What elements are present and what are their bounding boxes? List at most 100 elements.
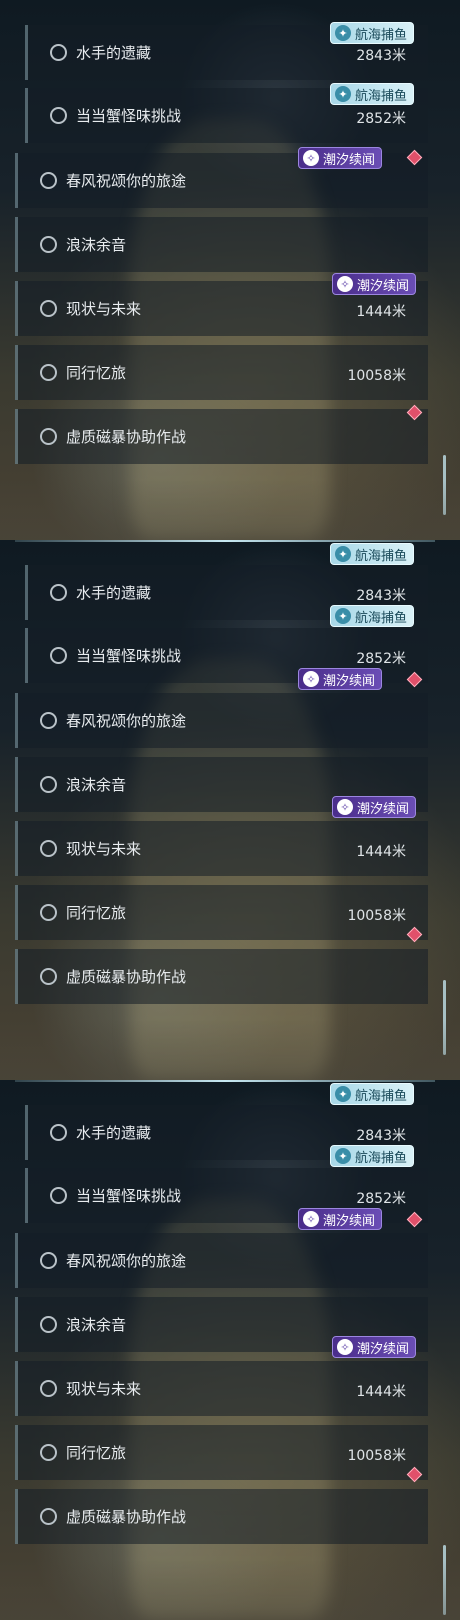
circle-icon <box>40 236 57 253</box>
quest-name: 同行忆旅 <box>66 364 127 382</box>
tag-label: 航海捕鱼 <box>355 610 408 626</box>
circle-icon <box>40 300 57 317</box>
quest-list-panel: 水手的遗藏 2843米 ✦ 航海捕鱼 当当蟹怪味挑战 2852米 ✦ 航海捕鱼 … <box>0 1080 460 1620</box>
quest-list-panel: 水手的遗藏 2843米 ✦ 航海捕鱼 当当蟹怪味挑战 2852米 ✦ 航海捕鱼 … <box>0 540 460 1080</box>
tag-label: 潮汐续闻 <box>323 673 376 689</box>
circle-icon <box>50 647 67 664</box>
bottom-fade <box>0 480 460 540</box>
quest-name: 现状与未来 <box>66 300 142 318</box>
circle-icon <box>50 107 67 124</box>
tag-label: 航海捕鱼 <box>355 1150 408 1166</box>
circle-icon <box>40 172 57 189</box>
tide-icon: ✧ <box>303 150 319 166</box>
circle-icon <box>50 44 67 61</box>
quest-name: 水手的遗藏 <box>76 1124 152 1142</box>
tag-label: 航海捕鱼 <box>355 88 408 104</box>
sea-fishing-tag: ✦ 航海捕鱼 <box>330 22 415 44</box>
circle-icon <box>40 776 57 793</box>
quest-name: 当当蟹怪味挑战 <box>76 107 182 125</box>
circle-icon <box>40 968 57 985</box>
tide-tale-tag: ✧ 潮汐续闻 <box>332 796 417 818</box>
quest-item-foam-echo[interactable]: 浪沫余音 <box>15 217 428 272</box>
quest-distance: 2843米 <box>356 588 406 604</box>
quest-name: 浪沫余音 <box>66 1316 127 1334</box>
sea-fishing-tag: ✦ 航海捕鱼 <box>330 543 415 565</box>
circle-icon <box>40 712 57 729</box>
tag-label: 潮汐续闻 <box>323 152 376 168</box>
panel-top-border <box>15 1080 435 1082</box>
circle-icon <box>40 1252 57 1269</box>
circle-icon <box>50 1187 67 1204</box>
quest-item-magnetic-storm[interactable]: 虚质磁暴协助作战 <box>15 409 428 464</box>
quest-name: 同行忆旅 <box>66 904 127 922</box>
tag-label: 航海捕鱼 <box>355 27 408 43</box>
tide-icon: ✧ <box>337 276 353 292</box>
quest-name: 虚质磁暴协助作战 <box>66 428 187 446</box>
quest-name: 春风祝颂你的旅途 <box>66 712 187 730</box>
quest-name: 虚质磁暴协助作战 <box>66 968 187 986</box>
quest-item-journey-memory[interactable]: 同行忆旅 10058米 <box>15 345 428 400</box>
quest-distance: 1444米 <box>356 844 406 860</box>
quest-list-panel: 水手的遗藏 2843米 ✦ 航海捕鱼 当当蟹怪味挑战 2852米 ✦ 航海捕鱼 … <box>0 0 460 540</box>
quest-name: 浪沫余音 <box>66 776 127 794</box>
circle-icon <box>40 1508 57 1525</box>
sea-fishing-tag: ✦ 航海捕鱼 <box>330 605 415 627</box>
bottom-fade <box>0 1020 460 1080</box>
quest-name: 春风祝颂你的旅途 <box>66 1252 187 1270</box>
quest-name: 当当蟹怪味挑战 <box>76 1187 182 1205</box>
quest-distance: 2843米 <box>356 48 406 64</box>
tide-icon: ✧ <box>303 1211 319 1227</box>
quest-name: 同行忆旅 <box>66 1444 127 1462</box>
fishing-icon: ✦ <box>335 86 351 102</box>
quest-name: 现状与未来 <box>66 840 142 858</box>
quest-distance: 2843米 <box>356 1128 406 1144</box>
quest-name: 虚质磁暴协助作战 <box>66 1508 187 1526</box>
quest-distance: 10058米 <box>347 1448 406 1464</box>
circle-icon <box>40 840 57 857</box>
tag-label: 潮汐续闻 <box>357 1341 410 1357</box>
tide-icon: ✧ <box>337 799 353 815</box>
tag-label: 潮汐续闻 <box>357 801 410 817</box>
tide-tale-tag: ✧ 潮汐续闻 <box>332 273 417 295</box>
tide-tale-tag: ✧ 潮汐续闻 <box>298 668 383 690</box>
tide-icon: ✧ <box>303 671 319 687</box>
quest-distance: 10058米 <box>347 908 406 924</box>
bottom-fade <box>0 1560 460 1620</box>
quest-item-magnetic-storm[interactable]: 虚质磁暴协助作战 <box>15 949 428 1004</box>
fishing-icon: ✦ <box>335 1148 351 1164</box>
quest-name: 现状与未来 <box>66 1380 142 1398</box>
quest-item-present-future[interactable]: 现状与未来 1444米 <box>15 1361 428 1416</box>
circle-icon <box>40 1316 57 1333</box>
sea-fishing-tag: ✦ 航海捕鱼 <box>330 1083 415 1105</box>
tide-tale-tag: ✧ 潮汐续闻 <box>298 147 383 169</box>
tide-tale-tag: ✧ 潮汐续闻 <box>332 1336 417 1358</box>
quest-name: 水手的遗藏 <box>76 584 152 602</box>
quest-item-journey-memory[interactable]: 同行忆旅 10058米 <box>15 885 428 940</box>
tide-tale-tag: ✧ 潮汐续闻 <box>298 1208 383 1230</box>
quest-distance: 1444米 <box>356 304 406 320</box>
quest-item-spring-wind[interactable]: 春风祝颂你的旅途 <box>15 693 428 748</box>
tide-icon: ✧ <box>337 1339 353 1355</box>
quest-name: 春风祝颂你的旅途 <box>66 172 187 190</box>
quest-distance: 2852米 <box>356 651 406 667</box>
circle-icon <box>40 428 57 445</box>
fishing-icon: ✦ <box>335 25 351 41</box>
quest-distance: 2852米 <box>356 111 406 127</box>
quest-item-journey-memory[interactable]: 同行忆旅 10058米 <box>15 1425 428 1480</box>
quest-name: 浪沫余音 <box>66 236 127 254</box>
circle-icon <box>40 364 57 381</box>
tag-label: 潮汐续闻 <box>357 278 410 294</box>
circle-icon <box>40 1444 57 1461</box>
quest-item-present-future[interactable]: 现状与未来 1444米 <box>15 821 428 876</box>
quest-item-magnetic-storm[interactable]: 虚质磁暴协助作战 <box>15 1489 428 1544</box>
quest-distance: 10058米 <box>347 368 406 384</box>
circle-icon <box>50 584 67 601</box>
quest-name: 水手的遗藏 <box>76 44 152 62</box>
tag-label: 航海捕鱼 <box>355 1088 408 1104</box>
quest-item-spring-wind[interactable]: 春风祝颂你的旅途 <box>15 1233 428 1288</box>
sea-fishing-tag: ✦ 航海捕鱼 <box>330 1145 415 1167</box>
tag-label: 航海捕鱼 <box>355 548 408 564</box>
quest-name: 当当蟹怪味挑战 <box>76 647 182 665</box>
quest-distance: 2852米 <box>356 1191 406 1207</box>
circle-icon <box>40 904 57 921</box>
